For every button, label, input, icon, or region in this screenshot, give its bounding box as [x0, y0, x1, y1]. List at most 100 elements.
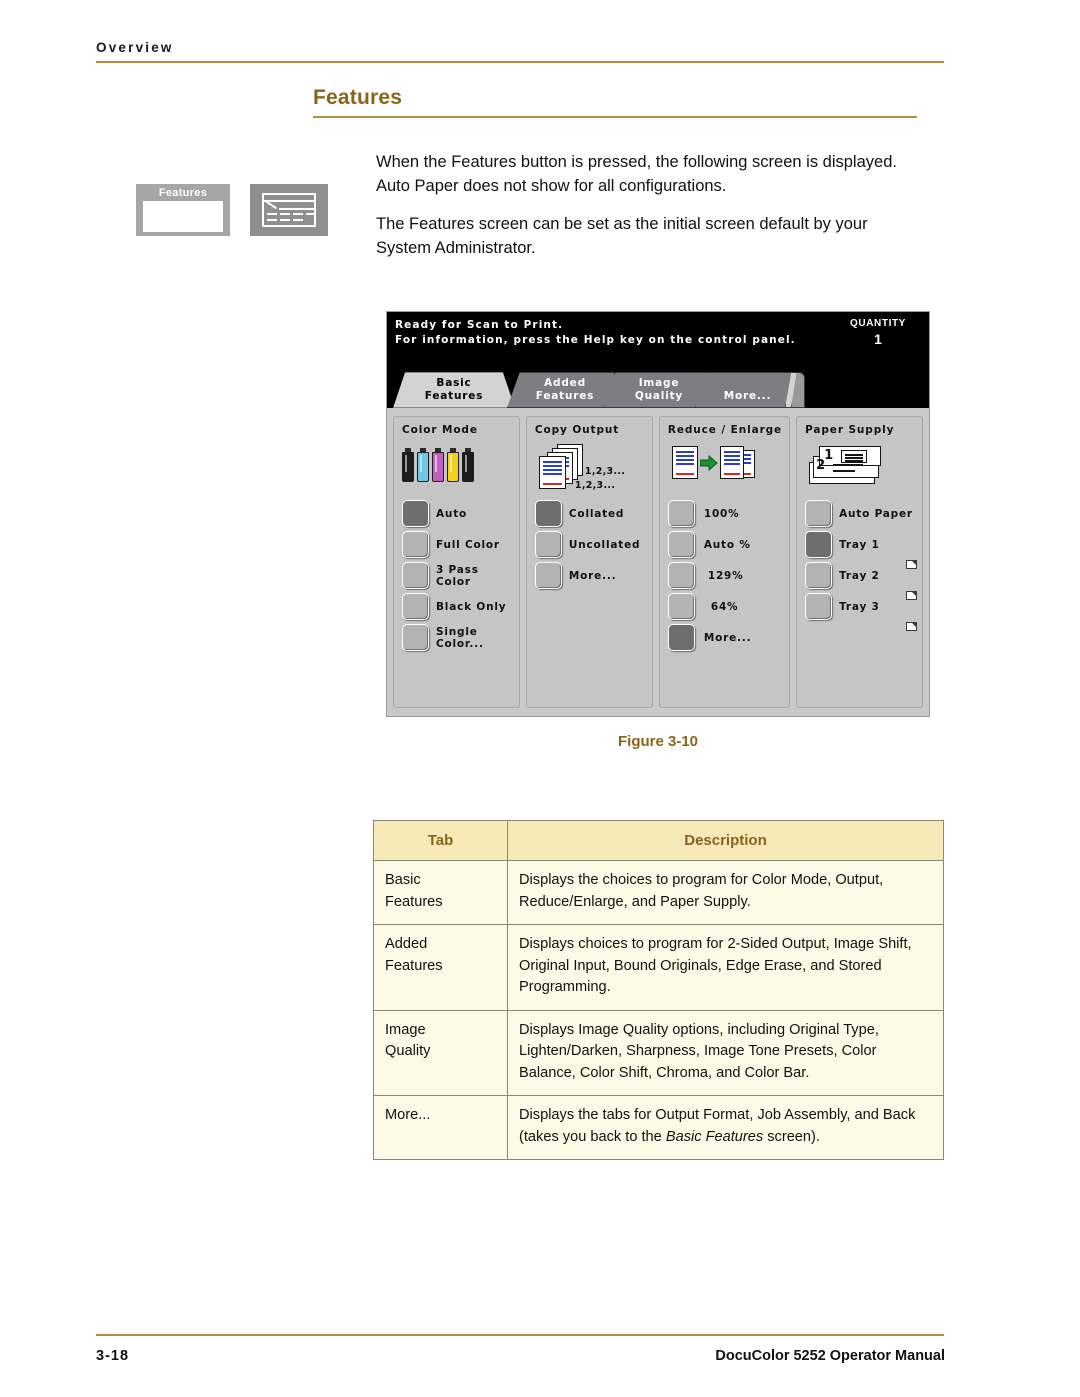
option-color-mode-black-only-button[interactable]: [402, 593, 429, 620]
toner-bottle-black-2-icon: [462, 448, 474, 482]
table-cell-tab-line1: Basic: [385, 872, 421, 888]
option-reduce-enlarge-64-button[interactable]: [667, 593, 695, 620]
option-copy-output-collated[interactable]: Collated: [534, 500, 645, 527]
collated-sequence-text-1: 1,2,3...: [584, 466, 626, 477]
grid-glyph-icon: [262, 193, 316, 227]
option-color-mode-3-pass-color-button[interactable]: [402, 562, 429, 589]
option-color-mode-full-color-label: Full Color: [436, 538, 500, 551]
option-color-mode-full-color-button[interactable]: [402, 531, 429, 558]
reduce-enlarge-icon: [668, 442, 782, 496]
panel-paper-supply-title: Paper Supply: [805, 424, 895, 436]
copier-touch-screen: Ready for Scan to Print. For information…: [386, 311, 930, 717]
tab-bar: Basic Features Added Features Image Qual…: [387, 372, 929, 408]
option-copy-output-more-button[interactable]: [534, 562, 562, 589]
panel-color-mode: Color Mode Auto Full Color 3 Pass Color …: [393, 416, 520, 708]
table-cell-tab-line1: Added: [385, 936, 428, 952]
table-cell-description-text: Displays Image Quality options, includin…: [519, 1021, 879, 1081]
running-head: Overview: [96, 40, 174, 55]
option-copy-output-uncollated-button[interactable]: [534, 531, 562, 558]
table-cell-description-text: Displays the choices to program for Colo…: [519, 872, 884, 910]
table-cell-tab-line2: Quality: [385, 1043, 431, 1059]
option-paper-supply-auto-paper-button[interactable]: [805, 500, 833, 527]
option-paper-supply-tray-2[interactable]: Tray 2: [805, 562, 918, 600]
option-color-mode-auto-button[interactable]: [402, 500, 429, 527]
table-row: Added Features Displays choices to progr…: [373, 924, 944, 1011]
option-copy-output-collated-label: Collated: [568, 507, 625, 520]
option-color-mode-auto[interactable]: Auto: [402, 500, 512, 527]
option-color-mode-full-color[interactable]: Full Color: [402, 531, 512, 558]
tab-description-table: Tab Description Basic Features Displays …: [373, 820, 944, 1160]
intro-block: Features When the Features button is pre…: [136, 150, 926, 274]
page-title: Features: [313, 86, 403, 109]
table-header-tab: Tab: [373, 820, 508, 861]
toner-bottles-icon: [402, 442, 512, 496]
option-reduce-enlarge-more[interactable]: More...: [667, 624, 782, 651]
option-reduce-enlarge-129-button[interactable]: [667, 562, 695, 589]
option-paper-supply-tray-2-button[interactable]: [805, 562, 833, 589]
table-cell-description-text: Displays choices to program for 2-Sided …: [519, 936, 912, 995]
option-reduce-enlarge-100-button[interactable]: [667, 500, 695, 527]
panel-color-mode-title: Color Mode: [402, 424, 478, 436]
table-cell-tab: Basic Features: [373, 860, 508, 925]
section-title-block: Features: [313, 86, 917, 118]
option-reduce-enlarge-more-button[interactable]: [667, 624, 695, 651]
tab-basic-features[interactable]: Basic Features: [393, 372, 515, 408]
option-reduce-enlarge-auto[interactable]: Auto %: [667, 531, 782, 558]
option-copy-output-uncollated[interactable]: Uncollated: [534, 531, 645, 558]
option-reduce-enlarge-64[interactable]: 64%: [667, 593, 782, 620]
option-reduce-enlarge-auto-button[interactable]: [667, 531, 695, 558]
table-row: Image Quality Displays Image Quality opt…: [373, 1009, 944, 1096]
table-row: Basic Features Displays the choices to p…: [373, 860, 944, 925]
page-footer: 3-18 DocuColor 5252 Operator Manual: [96, 1348, 945, 1364]
intro-text: When the Features button is pressed, the…: [376, 150, 926, 260]
status-bar: Ready for Scan to Print. For information…: [387, 312, 929, 372]
table-cell-tab-line2: Features: [385, 957, 443, 974]
option-color-mode-3-pass-color[interactable]: 3 Pass Color: [402, 562, 512, 589]
table-cell-tab-line1: Image: [385, 1021, 426, 1038]
footer-page-number: 3-18: [96, 1348, 130, 1364]
option-reduce-enlarge-more-label: More...: [703, 631, 752, 644]
tray-3-status-flag-icon: [906, 622, 918, 631]
tab-more[interactable]: More...: [695, 372, 800, 408]
option-color-mode-single-color-label: Single Color...: [436, 625, 484, 650]
option-paper-supply-tray-3-button[interactable]: [805, 593, 833, 620]
option-color-mode-black-only[interactable]: Black Only: [402, 593, 512, 620]
quantity-display: QUANTITY 1: [835, 318, 921, 347]
option-reduce-enlarge-129-label: 129%: [707, 569, 744, 582]
footer-rule: [96, 1334, 944, 1336]
option-paper-supply-auto-paper-label: Auto Paper: [839, 507, 913, 520]
option-paper-supply-auto-paper[interactable]: Auto Paper: [805, 500, 915, 527]
option-paper-supply-tray-1-button[interactable]: [805, 531, 833, 558]
tab-more-label: More...: [723, 390, 772, 402]
option-paper-supply-tray-1[interactable]: Tray 1: [805, 531, 918, 569]
option-paper-supply-tray-3[interactable]: Tray 3: [805, 593, 918, 631]
option-copy-output-more[interactable]: More...: [534, 562, 645, 589]
toner-bottle-magenta-icon: [432, 448, 444, 482]
table-cell-tab: Added Features: [373, 924, 508, 1011]
option-color-mode-single-color-button[interactable]: [402, 624, 429, 651]
option-copy-output-collated-button[interactable]: [534, 500, 562, 527]
option-color-mode-auto-label: Auto: [436, 507, 468, 520]
description-emphasis: Basic Features: [665, 1128, 764, 1145]
intro-icon-group: Features: [136, 184, 328, 236]
table-cell-description: Displays Image Quality options, includin…: [507, 1009, 944, 1096]
option-paper-supply-tray-2-label: Tray 2: [839, 569, 880, 582]
option-color-mode-single-color[interactable]: Single Color...: [402, 624, 512, 651]
panel-copy-output-title: Copy Output: [534, 424, 620, 436]
option-reduce-enlarge-129[interactable]: 129%: [667, 562, 782, 589]
toner-bottle-cyan-icon: [417, 448, 429, 482]
table-header-row: Tab Description: [373, 820, 944, 861]
table-cell-tab-line2: Features: [385, 893, 443, 910]
table-cell-tab-line1: More...: [385, 1107, 431, 1123]
features-button-icon-label: Features: [158, 187, 208, 199]
option-color-mode-3-pass-color-label: 3 Pass Color: [436, 563, 479, 588]
option-reduce-enlarge-100[interactable]: 100%: [667, 500, 782, 527]
option-paper-supply-tray-3-label: Tray 3: [839, 600, 880, 613]
features-button-icon-screen: [143, 201, 223, 232]
paper-sheet-detail-icon: [841, 450, 868, 463]
table-cell-description: Displays choices to program for 2-Sided …: [507, 924, 944, 1011]
tab-added-features-line1: Added: [544, 377, 586, 389]
toner-bottle-black-icon: [402, 448, 414, 482]
collated-sequence-text-2: 1,2,3...: [574, 480, 616, 491]
figure-caption: Figure 3-10: [617, 733, 699, 750]
